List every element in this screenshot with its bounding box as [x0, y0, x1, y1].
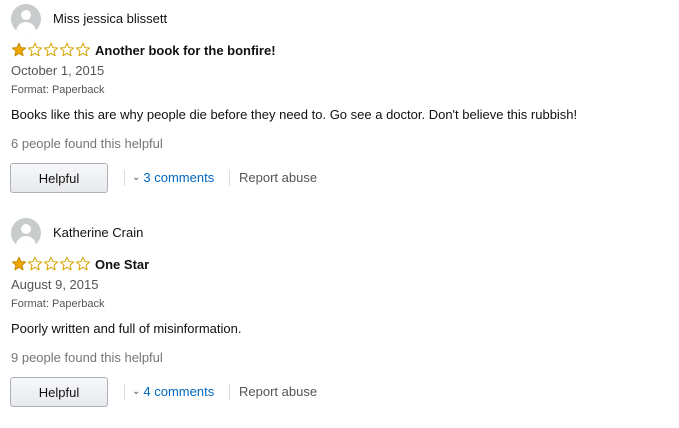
- review: Katherine Crain One Star August 9, 2015 …: [0, 214, 679, 428]
- star-empty-icon: [27, 256, 43, 271]
- star-filled-icon: [11, 256, 27, 271]
- chevron-down-icon: ⌄: [132, 386, 141, 397]
- helpful-button[interactable]: Helpful: [10, 163, 108, 193]
- review-date: August 9, 2015: [11, 277, 99, 292]
- star-empty-icon: [43, 256, 59, 271]
- star-empty-icon: [59, 256, 75, 271]
- star-rating: [11, 42, 91, 58]
- default-avatar-icon: [11, 4, 41, 34]
- helpful-count: 6 people found this helpful: [11, 136, 163, 151]
- review-title[interactable]: Another book for the bonfire!: [95, 43, 276, 58]
- review-date: October 1, 2015: [11, 63, 105, 78]
- comments-link[interactable]: ⌄ 3 comments: [132, 170, 214, 185]
- divider: [124, 170, 125, 186]
- review-title[interactable]: One Star: [95, 257, 149, 272]
- divider: [229, 384, 230, 400]
- report-abuse-link[interactable]: Report abuse: [239, 384, 317, 399]
- star-filled-icon: [11, 42, 27, 57]
- star-empty-icon: [75, 42, 91, 57]
- report-abuse-link[interactable]: Report abuse: [239, 170, 317, 185]
- reviews-list: Miss jessica blissett Another book for t…: [0, 0, 679, 428]
- reviewer-name[interactable]: Katherine Crain: [53, 225, 143, 240]
- chevron-down-icon: ⌄: [132, 172, 141, 183]
- comments-label: 4 comments: [143, 384, 215, 399]
- default-avatar-icon: [11, 218, 41, 248]
- star-empty-icon: [75, 256, 91, 271]
- helpful-count: 9 people found this helpful: [11, 350, 163, 365]
- comments-link[interactable]: ⌄ 4 comments: [132, 384, 214, 399]
- star-empty-icon: [43, 42, 59, 57]
- review-format: Format: Paperback: [11, 84, 105, 96]
- divider: [124, 384, 125, 400]
- review-body: Books like this are why people die befor…: [11, 107, 578, 122]
- review-body: Poorly written and full of misinformatio…: [11, 321, 242, 336]
- review-format: Format: Paperback: [11, 298, 105, 310]
- helpful-button[interactable]: Helpful: [10, 377, 108, 407]
- star-rating: [11, 256, 91, 272]
- reviewer-name[interactable]: Miss jessica blissett: [53, 11, 167, 26]
- comments-label: 3 comments: [143, 170, 215, 185]
- divider: [229, 170, 230, 186]
- star-empty-icon: [27, 42, 43, 57]
- star-empty-icon: [59, 42, 75, 57]
- review: Miss jessica blissett Another book for t…: [0, 0, 679, 214]
